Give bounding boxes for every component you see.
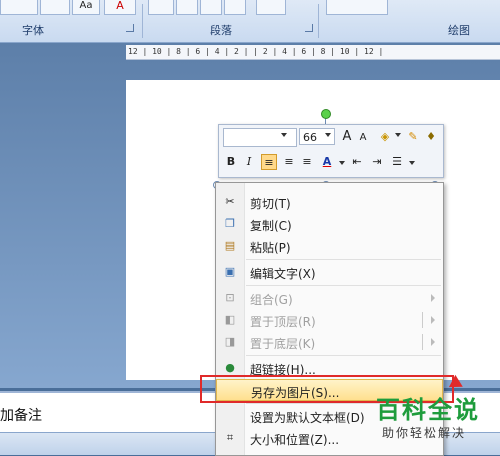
font-color-dropdown-icon[interactable]	[339, 161, 345, 165]
fill-color-icon[interactable]: ◈	[377, 129, 393, 145]
decrease-indent-icon[interactable]: ⇤	[349, 154, 365, 170]
ribbon-group-label-paragraph: 段落	[210, 24, 232, 37]
bullets-dropdown-icon[interactable]	[409, 161, 415, 165]
mini-toolbar: 66 A A ◈ ✎ ♦ B I ≡ ≡ ≡ A ⇤ ⇥ ☰	[218, 124, 444, 178]
italic-icon[interactable]: I	[241, 154, 257, 170]
ribbon-button-change-case[interactable]: Aa	[72, 0, 100, 15]
ribbon-group-label-drawing: 绘图	[448, 24, 470, 37]
horizontal-ruler: 12 | 10 | 8 | 6 | 4 | 2 | | 2 | 4 | 6 | …	[126, 45, 500, 60]
paste-icon: ▤	[224, 239, 236, 252]
menu-item-bring-to-front[interactable]: ◧ 置于顶层(R)	[216, 309, 443, 331]
watermark: 百科全说 助你轻松解决	[366, 390, 500, 448]
ribbon-button-align-center[interactable]	[176, 0, 198, 15]
align-left-icon[interactable]: ≡	[261, 154, 277, 170]
font-color-icon[interactable]: A	[319, 154, 335, 170]
ruler-marks: 12 | 10 | 8 | 6 | 4 | 2 | | 2 | 4 | 6 | …	[128, 47, 384, 56]
menu-separator	[246, 355, 441, 356]
fill-color-dropdown-icon[interactable]	[395, 133, 401, 137]
menu-separator	[246, 259, 441, 260]
menu-separator	[246, 285, 441, 286]
menu-item-paste[interactable]: ▤ 粘贴(P)	[216, 235, 443, 257]
align-center-icon[interactable]: ≡	[281, 154, 297, 170]
submenu-divider	[422, 334, 423, 350]
menu-item-label: 大小和位置(Z)...	[250, 433, 340, 447]
menu-item-label: 粘贴(P)	[250, 241, 291, 255]
menu-item-edit-text[interactable]: ▣ 编辑文字(X)	[216, 261, 443, 283]
mini-toolbar-row-2: B I ≡ ≡ ≡ A ⇤ ⇥ ☰	[219, 151, 443, 175]
menu-item-cut[interactable]: ✂ 剪切(T)	[216, 191, 443, 213]
line-color-icon[interactable]: ✎	[405, 129, 421, 145]
watermark-subtitle: 助你轻松解决	[382, 426, 467, 440]
grow-font-icon[interactable]: A	[339, 129, 355, 145]
ribbon-button-bold[interactable]	[0, 0, 38, 15]
align-right-icon[interactable]: ≡	[299, 154, 315, 170]
copy-icon: ❐	[225, 217, 235, 230]
scissors-icon: ✂	[225, 195, 235, 208]
size-position-icon: ⌗	[226, 431, 234, 444]
ribbon-separator	[142, 4, 143, 38]
send-back-icon: ◨	[224, 335, 236, 348]
bullets-icon[interactable]: ☰	[389, 154, 405, 170]
menu-item-label: 复制(C)	[250, 219, 292, 233]
format-painter-icon[interactable]: ♦	[423, 129, 439, 145]
ribbon-button-align-right[interactable]	[200, 0, 222, 15]
font-size-dropdown-icon[interactable]	[325, 133, 331, 137]
font-name-combobox[interactable]	[223, 128, 297, 147]
ribbon-button-spacing[interactable]	[40, 0, 70, 15]
font-name-dropdown-icon[interactable]	[281, 133, 287, 137]
ribbon-group-label-font: 字体	[22, 24, 44, 37]
menu-item-label: 编辑文字(X)	[250, 267, 316, 281]
menu-item-label: 置于顶层(R)	[250, 315, 316, 329]
ribbon-separator	[318, 4, 319, 38]
increase-indent-icon[interactable]: ⇥	[369, 154, 385, 170]
bring-front-icon: ◧	[224, 313, 236, 326]
watermark-title: 百科全说	[376, 396, 480, 424]
menu-item-label: 组合(G)	[250, 293, 293, 307]
menu-item-label: 剪切(T)	[250, 197, 291, 211]
notes-placeholder: 加备注	[0, 408, 42, 424]
ribbon-button-justify[interactable]	[224, 0, 246, 15]
shrink-font-icon[interactable]: A	[355, 130, 371, 146]
ribbon-button-shapes[interactable]	[326, 0, 388, 15]
menu-item-label: 置于底层(K)	[250, 337, 316, 351]
submenu-arrow-icon	[431, 338, 435, 346]
menu-item-copy[interactable]: ❐ 复制(C)	[216, 213, 443, 235]
submenu-arrow-icon	[431, 294, 435, 302]
ribbon-button-columns[interactable]	[256, 0, 286, 15]
font-dialog-launcher-icon[interactable]	[126, 24, 134, 32]
rotation-handle-icon[interactable]	[321, 109, 331, 119]
submenu-divider	[422, 312, 423, 328]
submenu-arrow-icon	[431, 316, 435, 324]
group-icon: ⊡	[225, 291, 235, 304]
ribbon-button-align-left[interactable]	[148, 0, 174, 15]
edit-text-icon: ▣	[224, 265, 236, 278]
hyperlink-icon: ●	[225, 361, 235, 374]
bold-icon[interactable]: B	[223, 154, 239, 170]
paragraph-dialog-launcher-icon[interactable]	[305, 24, 313, 32]
ribbon-button-font-color[interactable]: A	[104, 0, 136, 15]
ribbon: Aa A 字体 段落 绘图	[0, 0, 500, 43]
mini-toolbar-row-1: 66 A A ◈ ✎ ♦	[219, 125, 443, 149]
menu-item-send-to-back[interactable]: ◨ 置于底层(K)	[216, 331, 443, 353]
menu-item-label: 设置为默认文本框(D)	[250, 411, 365, 425]
menu-item-group[interactable]: ⊡ 组合(G)	[216, 287, 443, 309]
